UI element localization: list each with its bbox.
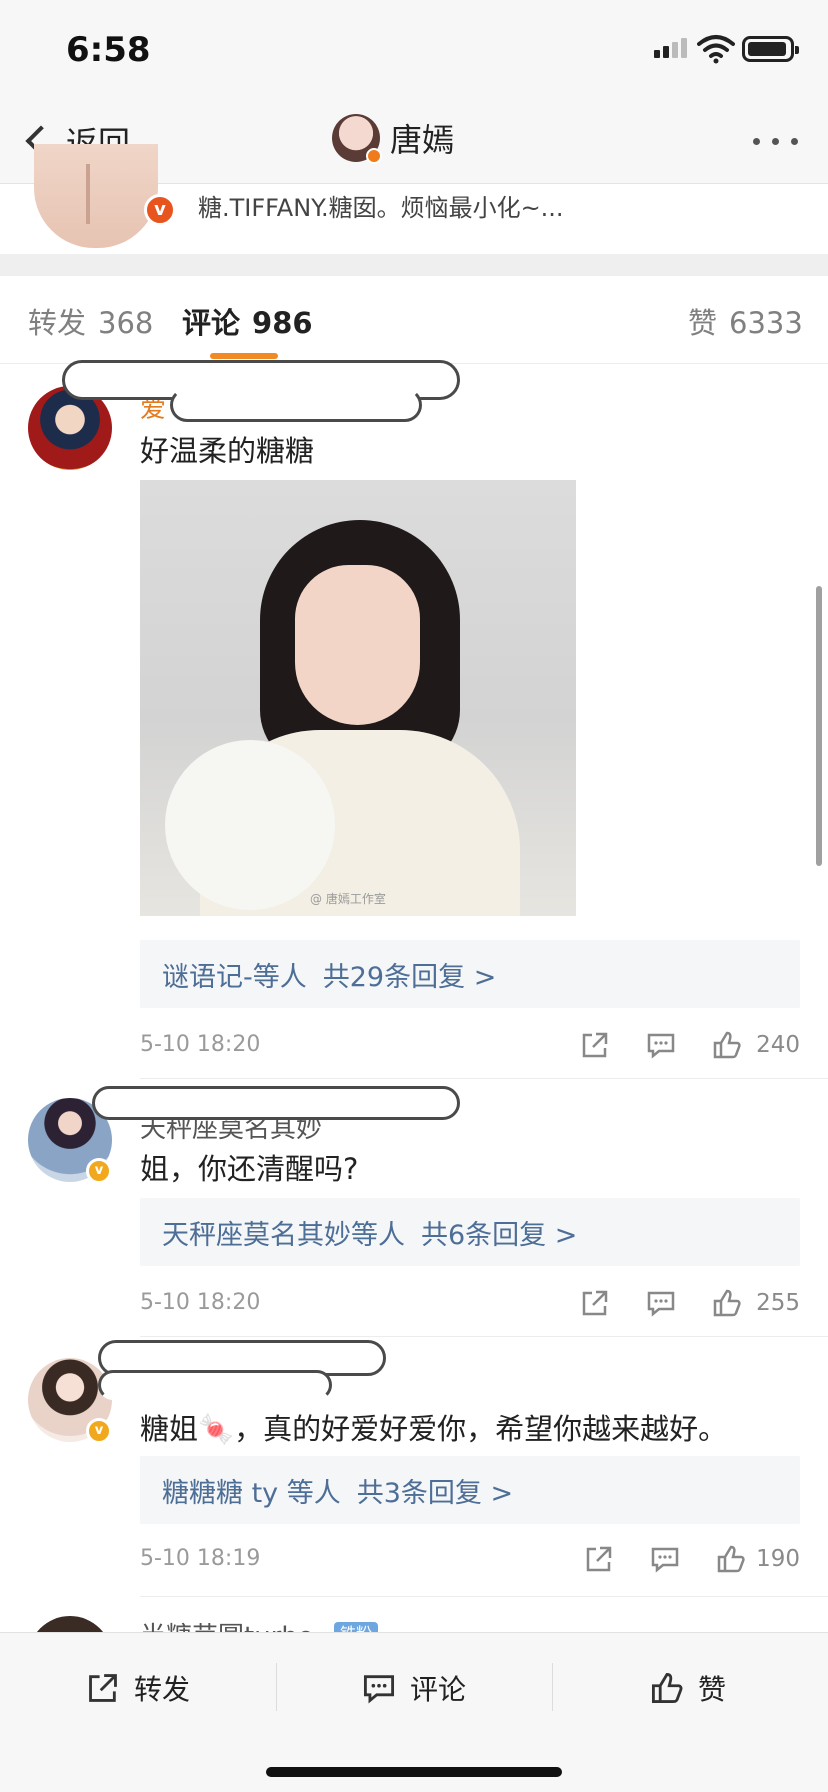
verified-icon: v	[86, 1418, 112, 1444]
repost-label: 转发	[134, 1673, 191, 1706]
comment-icon[interactable]	[650, 1544, 680, 1574]
comment-divider	[140, 1596, 828, 1597]
replies-count: 共6条回复 >	[421, 1219, 578, 1251]
verified-icon: v	[86, 1158, 112, 1184]
tab-repost[interactable]: 转发 368	[28, 300, 153, 342]
replies-count: 共29条回复 >	[322, 961, 497, 993]
wifi-icon	[697, 35, 735, 64]
replies-who: 谜语记-等人	[162, 961, 307, 993]
comment-button[interactable]: 评论	[362, 1663, 466, 1713]
like-count: 190	[756, 1546, 800, 1572]
like-button[interactable]: 赞	[650, 1663, 726, 1713]
toolbar-divider	[276, 1663, 277, 1711]
verified-v-icon: v	[144, 194, 176, 226]
tab-repost-label: 转发	[28, 306, 87, 340]
active-tab-indicator	[210, 353, 278, 359]
more-icon[interactable]	[753, 138, 798, 145]
image-watermark: @ 唐嫣工作室	[310, 892, 386, 906]
repost-button[interactable]: 转发	[86, 1663, 190, 1713]
comment-date: 5-10 18:20	[140, 1032, 261, 1057]
profile-strip: v 糖.TIFFANY.糖囡。烦恼最小化~...	[0, 144, 828, 254]
repost-icon	[89, 1674, 117, 1702]
comment-divider	[140, 1078, 828, 1079]
replies-who: 天秤座莫名其妙等人	[162, 1219, 405, 1251]
replies-count: 共3条回复 >	[356, 1477, 514, 1509]
bottom-toolbar: 转发 评论 赞	[0, 1632, 828, 1792]
share-icon[interactable]	[580, 1288, 610, 1318]
page-title: 唐嫣	[390, 121, 455, 159]
replies-preview[interactable]: 天秤座莫名其妙等人 共6条回复 >	[140, 1198, 800, 1266]
comment-label: 评论	[410, 1673, 467, 1706]
tab-comment[interactable]: 评论 986	[182, 300, 313, 342]
replies-preview[interactable]: 谜语记-等人 共29条回复 >	[140, 940, 800, 1008]
signal-icon	[654, 38, 687, 58]
comment-date: 5-10 18:19	[140, 1546, 261, 1571]
verified-icon	[366, 148, 382, 164]
comment-date: 5-10 18:20	[140, 1290, 261, 1315]
avatar	[332, 114, 382, 164]
nav-user[interactable]: 唐嫣	[332, 114, 455, 164]
toolbar-divider	[552, 1663, 553, 1711]
like-count: 255	[756, 1290, 800, 1316]
home-indicator[interactable]	[266, 1767, 562, 1777]
tab-comment-count: 986	[252, 306, 313, 340]
battery-icon	[742, 36, 799, 62]
tab-bar: 转发 368 评论 986 赞 6333	[0, 276, 828, 364]
tab-repost-count: 368	[98, 306, 154, 340]
comment-text: 姐，你还清醒吗?	[140, 1152, 359, 1186]
comment-meta: 5-10 18:20 255	[140, 1286, 800, 1326]
tab-likes-label: 赞	[688, 306, 718, 340]
comment-icon	[363, 1675, 395, 1704]
share-icon[interactable]	[584, 1544, 614, 1574]
status-bar: 6:58	[0, 0, 828, 100]
redaction-scribble	[98, 1370, 332, 1400]
tab-comment-label: 评论	[182, 306, 241, 340]
comment-meta: 5-10 18:19 190	[140, 1542, 800, 1582]
comment-text: 糖姐🍬，真的好爱好爱你，希望你越来越好。	[140, 1412, 728, 1446]
replies-preview[interactable]: 糖糖糖 ty 等人 共3条回复 >	[140, 1456, 800, 1524]
like-label: 赞	[698, 1673, 727, 1706]
weibo-comment-page: 6:58 返回 唐嫣 v 糖.TIFFANY.糖囡。烦恼最小化~... 转发 3…	[0, 0, 828, 1792]
status-time: 6:58	[66, 30, 151, 70]
tab-likes-count: 6333	[729, 306, 803, 340]
comment-icon[interactable]	[646, 1030, 676, 1060]
share-icon[interactable]	[580, 1030, 610, 1060]
comment-text: 好温柔的糖糖	[140, 434, 315, 468]
redaction-scribble	[92, 1086, 460, 1120]
like-icon[interactable]	[712, 1030, 742, 1060]
like-icon[interactable]	[712, 1288, 742, 1318]
profile-avatar[interactable]	[34, 144, 158, 248]
comment-divider	[140, 1336, 828, 1337]
profile-description: 糖.TIFFANY.糖囡。烦恼最小化~...	[198, 194, 564, 222]
comment-meta: 5-10 18:20 240	[140, 1028, 800, 1068]
comment-icon[interactable]	[646, 1288, 676, 1318]
replies-who: 糖糖糖 ty 等人	[162, 1477, 341, 1509]
like-count: 240	[756, 1032, 800, 1058]
section-divider	[0, 254, 828, 276]
tab-likes[interactable]: 赞 6333	[688, 300, 803, 342]
like-icon	[651, 1672, 683, 1704]
comment-image[interactable]: @ 唐嫣工作室	[140, 480, 576, 916]
scrollbar[interactable]	[816, 586, 822, 866]
like-icon[interactable]	[716, 1544, 746, 1574]
redaction-scribble	[170, 388, 422, 422]
